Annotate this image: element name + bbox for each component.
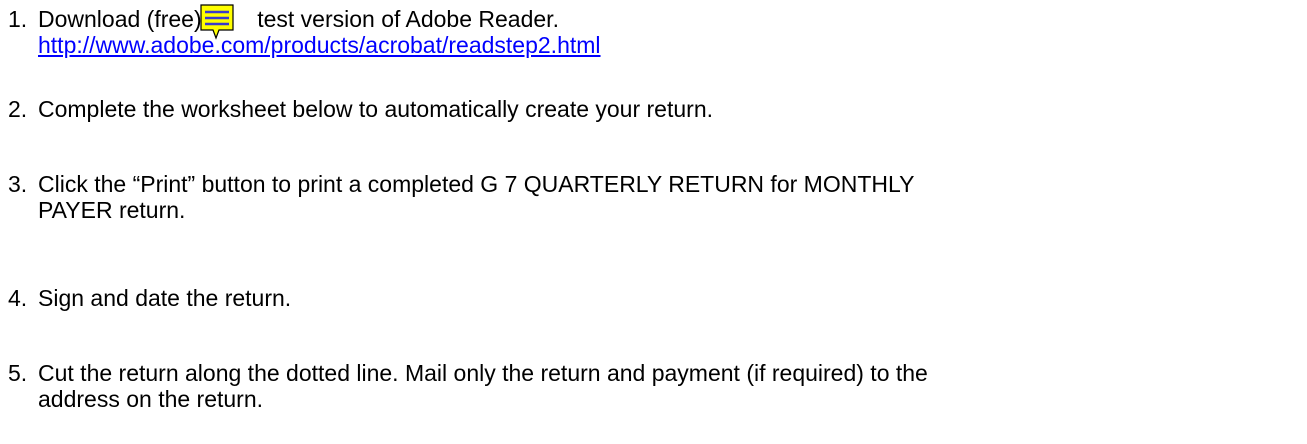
step-1-text-after: test version of Adobe Reader.	[257, 6, 559, 32]
step-number: 2.	[8, 96, 28, 122]
step-3-text-line2: PAYER return.	[38, 197, 186, 223]
sticky-note-comment-icon[interactable]	[200, 4, 234, 40]
step-4-text: Sign and date the return.	[38, 285, 292, 311]
step-2-text: Complete the worksheet below to automati…	[38, 96, 713, 122]
step-4: 4. Sign and date the return.	[8, 285, 291, 311]
step-1-text-before: Download (free) th	[38, 6, 228, 32]
step-2: 2. Complete the worksheet below to automa…	[8, 96, 713, 122]
adobe-reader-download-link[interactable]: http://www.adobe.com/products/acrobat/re…	[38, 32, 601, 58]
step-5: 5. Cut the return along the dotted line. …	[8, 360, 928, 412]
step-5-text-line2: address on the return.	[38, 386, 264, 412]
step-5-text-line1: Cut the return along the dotted line. Ma…	[38, 360, 928, 386]
step-number: 5.	[8, 360, 28, 386]
step-1-line: 1. Download (free) th test version of Adob…	[8, 6, 601, 32]
step-3-text-line1: Click the “Print” button to print a comp…	[38, 171, 915, 197]
step-number: 1.	[8, 6, 28, 32]
step-1: 1. Download (free) th test version of Adob…	[8, 6, 601, 58]
step-number: 3.	[8, 171, 28, 197]
step-3: 3. Click the “Print” button to print a co…	[8, 171, 914, 223]
step-number: 4.	[8, 285, 28, 311]
